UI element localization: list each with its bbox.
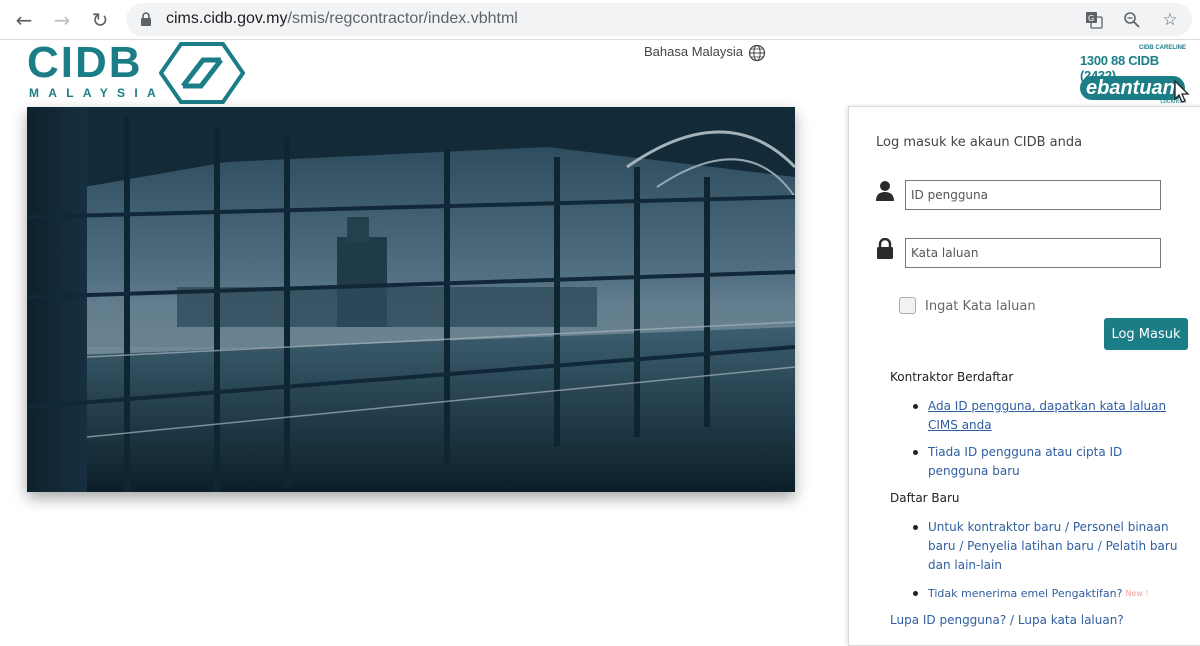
url-text: cims.cidb.gov.my/smis/regcontractor/inde… — [166, 10, 518, 27]
cursor-pointer-icon — [1174, 80, 1190, 103]
forgot-link[interactable]: Lupa ID pengguna? / Lupa kata laluan? — [890, 613, 1124, 627]
ebantuan-label: ebantuan — [1080, 76, 1185, 100]
lock-icon — [141, 12, 151, 26]
bullet — [913, 450, 918, 455]
lock-icon — [877, 238, 893, 259]
user-icon — [876, 181, 894, 201]
registered-heading: Kontraktor Berdaftar — [890, 370, 1014, 384]
forward-arrow-icon[interactable]: → — [48, 6, 76, 34]
translate-icon[interactable]: G — [1084, 10, 1104, 30]
create-user-id-link[interactable]: Tiada ID pengguna atau cipta ID pengguna… — [928, 443, 1180, 481]
new-badge: New ! — [1125, 589, 1149, 598]
bookmark-star-icon[interactable]: ☆ — [1160, 10, 1180, 30]
svg-text:G: G — [1088, 14, 1094, 23]
language-link[interactable]: Bahasa Malaysia — [644, 44, 743, 59]
glass-facade-illustration — [27, 107, 795, 492]
new-registration-link[interactable]: Untuk kontraktor baru / Personel binaan … — [928, 518, 1180, 575]
hero-image — [27, 107, 795, 492]
bullet — [913, 591, 918, 596]
logo-subtext: MALAYSIA — [29, 86, 165, 100]
globe-icon[interactable] — [748, 44, 766, 62]
logo-text: CIDB — [27, 38, 143, 87]
password-input[interactable] — [905, 238, 1161, 268]
activation-email-link[interactable]: Tidak menerima emel Pengaktifan? New ! — [928, 584, 1180, 603]
reload-icon[interactable]: ↻ — [86, 6, 114, 34]
username-input[interactable] — [905, 180, 1161, 210]
logo-mark-icon — [159, 42, 245, 104]
bullet — [913, 525, 918, 530]
remember-label: Ingat Kata laluan — [925, 299, 1036, 314]
get-password-link[interactable]: Ada ID pengguna, dapatkan kata laluan CI… — [928, 397, 1180, 435]
remember-checkbox[interactable] — [899, 297, 916, 314]
careline-caption: CIDB CARELINE — [1138, 45, 1186, 51]
browser-toolbar: ← → ↻ cims.cidb.gov.my/smis/regcontracto… — [0, 0, 1200, 40]
back-arrow-icon[interactable]: ← — [10, 6, 38, 34]
login-panel: Log masuk ke akaun CIDB anda Ingat Kata … — [848, 106, 1200, 646]
new-registration-heading: Daftar Baru — [890, 491, 960, 505]
zoom-icon[interactable] — [1122, 10, 1142, 30]
login-title: Log masuk ke akaun CIDB anda — [876, 135, 1083, 150]
cidb-logo[interactable]: CIDB MALAYSIA — [27, 38, 247, 104]
address-bar[interactable]: cims.cidb.gov.my/smis/regcontractor/inde… — [126, 3, 1192, 36]
ebantuan-banner[interactable]: CIDB CARELINE 1300 88 CIDB (2432) ebantu… — [1080, 42, 1200, 106]
activation-email-text: Tidak menerima emel Pengaktifan? — [928, 587, 1123, 600]
bullet — [913, 404, 918, 409]
login-button[interactable]: Log Masuk — [1104, 318, 1188, 350]
